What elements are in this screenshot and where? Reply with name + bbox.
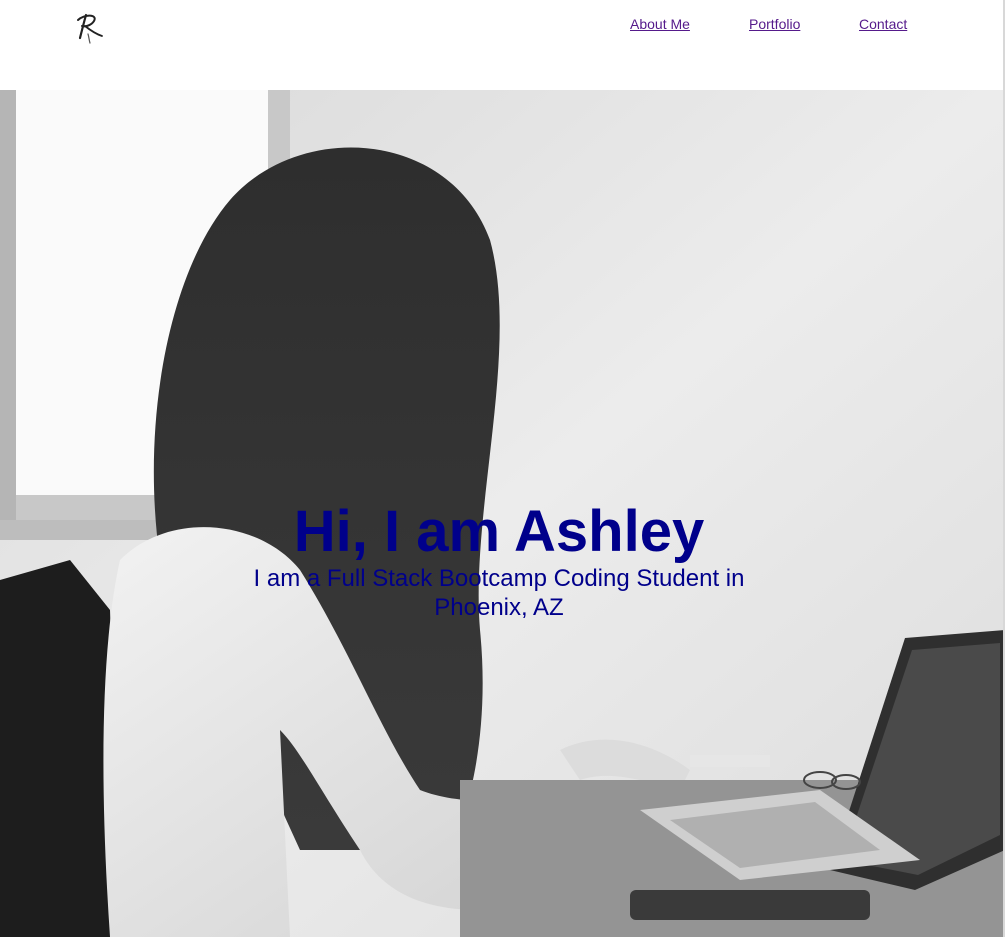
- nav-link-contact[interactable]: Contact: [859, 16, 907, 32]
- hero-text-block: Hi, I am Ashley I am a Full Stack Bootca…: [0, 500, 998, 622]
- nav-link-about-me[interactable]: About Me: [630, 16, 690, 32]
- main-nav: About Me Portfolio Contact: [0, 16, 1005, 36]
- hero-title: Hi, I am Ashley: [293, 499, 705, 564]
- hero-section: Hi, I am Ashley I am a Full Stack Bootca…: [0, 90, 1005, 937]
- hero-subtitle: I am a Full Stack Bootcamp Coding Studen…: [253, 565, 745, 621]
- nav-link-portfolio[interactable]: Portfolio: [749, 16, 800, 32]
- site-header: About Me Portfolio Contact: [0, 0, 1005, 90]
